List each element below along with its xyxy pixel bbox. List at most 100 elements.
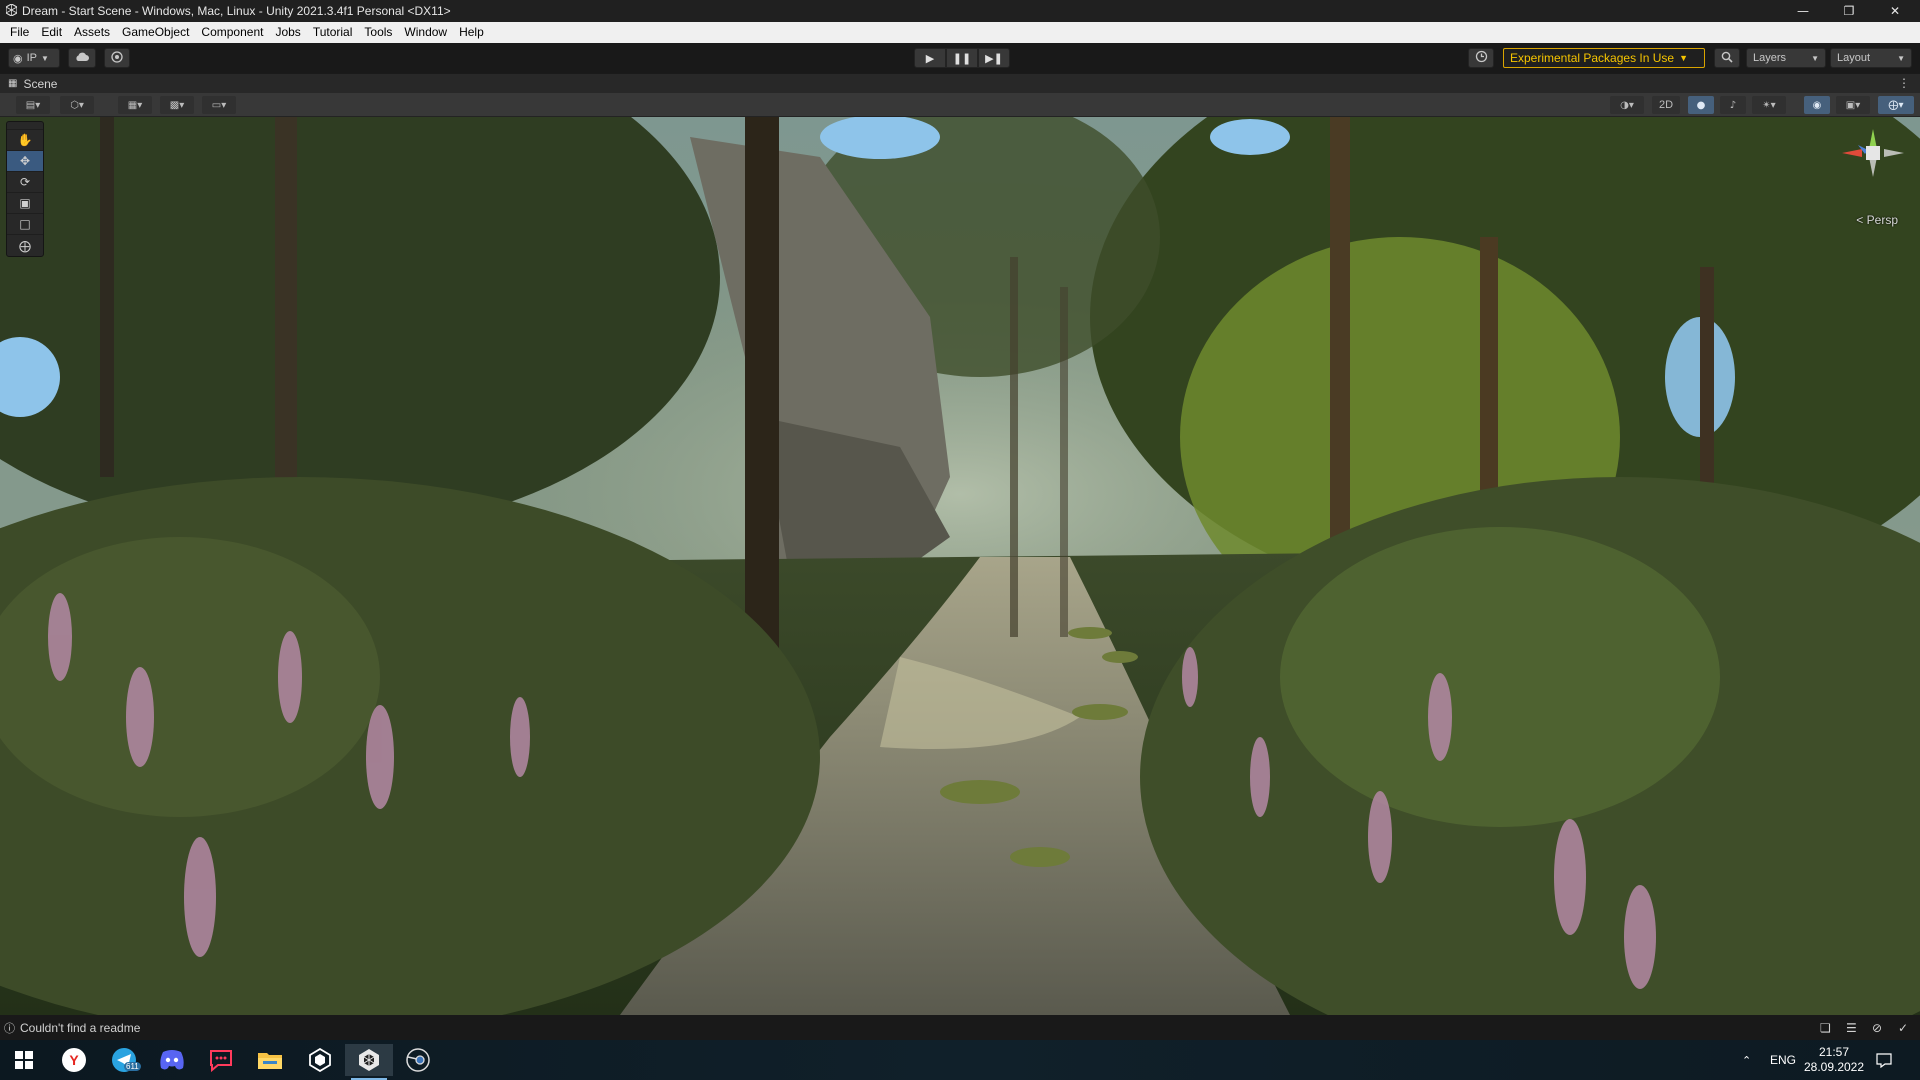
palette-drag-handle[interactable] xyxy=(7,122,43,130)
rotate-tool[interactable]: ⟳ xyxy=(7,172,43,193)
menu-tutorial[interactable]: Tutorial xyxy=(307,22,359,43)
menu-assets[interactable]: Assets xyxy=(68,22,116,43)
clock-time: 21:57 xyxy=(1818,1045,1850,1059)
history-icon xyxy=(1475,50,1488,66)
toggle-2d-button[interactable]: 2D xyxy=(1652,96,1680,114)
yandex-browser-icon[interactable]: Y xyxy=(50,1044,98,1076)
camera-icon: ▣▾ xyxy=(1845,99,1861,111)
grid-snapping-dropdown[interactable]: ▦▾ xyxy=(118,96,152,114)
cloud-icon xyxy=(74,52,90,65)
projection-label[interactable]: < Persp xyxy=(1856,213,1898,227)
chevron-up-icon: ⌃ xyxy=(1742,1053,1752,1067)
play-button[interactable]: ▶ xyxy=(914,48,946,68)
menu-gameobject[interactable]: GameObject xyxy=(116,22,195,43)
lightbulb-icon: ● xyxy=(1696,99,1706,111)
undo-history-button[interactable] xyxy=(1468,48,1494,68)
toggle-audio-button[interactable]: ♪ xyxy=(1720,96,1746,114)
menu-file[interactable]: File xyxy=(4,22,35,43)
more-options-icon[interactable]: ⋮ xyxy=(1898,76,1910,90)
blender-icon[interactable] xyxy=(394,1044,442,1076)
pause-button[interactable]: ❚❚ xyxy=(946,48,978,68)
network-off-icon[interactable]: ⊘ xyxy=(1872,1021,1882,1035)
effects-dropdown[interactable]: ✴▾ xyxy=(1752,96,1786,114)
grid-icon: ▦ xyxy=(8,78,18,89)
scene-visibility-button[interactable]: ◉ xyxy=(1804,96,1830,114)
experimental-packages-button[interactable]: Experimental Packages In Use ▼ xyxy=(1503,48,1705,68)
scale-tool[interactable]: ▣ xyxy=(7,193,43,214)
menu-tools[interactable]: Tools xyxy=(358,22,398,43)
menu-edit[interactable]: Edit xyxy=(35,22,68,43)
gizmos-dropdown[interactable]: ⨁▾ xyxy=(1878,96,1914,114)
play-controls: ▶ ❚❚ ▶❚ xyxy=(914,48,1010,68)
minimize-icon[interactable]: — xyxy=(1780,0,1826,22)
move-tool[interactable]: ✥ xyxy=(7,151,43,172)
hand-tool[interactable]: ✋ xyxy=(7,130,43,151)
increment-snapping-dropdown[interactable]: ▩▾ xyxy=(160,96,194,114)
menu-help[interactable]: Help xyxy=(453,22,490,43)
close-icon[interactable]: ✕ xyxy=(1872,0,1918,22)
search-button[interactable] xyxy=(1714,48,1740,68)
progress-check-icon[interactable]: ✓ xyxy=(1898,1021,1908,1035)
layers-dropdown[interactable]: Layers ▼ xyxy=(1746,48,1826,68)
cache-server-icon[interactable]: ☰ xyxy=(1846,1021,1857,1035)
draw-mode-dropdown[interactable]: ▤▾ xyxy=(16,96,50,114)
sphere-icon: ◑▾ xyxy=(1620,99,1634,111)
hand-icon: ✋ xyxy=(17,133,33,147)
orientation-icon: ▭▾ xyxy=(211,99,227,111)
menu-component[interactable]: Component xyxy=(195,22,269,43)
increment-snap-icon: ▩▾ xyxy=(169,99,185,111)
notification-center-icon[interactable] xyxy=(1876,1040,1892,1080)
windows-taskbar: Y 611 ⌃ ENG 21:57 28.09.2022 xyxy=(0,1040,1920,1080)
menu-jobs[interactable]: Jobs xyxy=(269,22,306,43)
unity-editor-icon[interactable] xyxy=(345,1044,393,1080)
toggle-2d-label: 2D xyxy=(1658,99,1674,111)
orientation-dropdown[interactable]: ▭▾ xyxy=(202,96,236,114)
layout-label: Layout xyxy=(1837,52,1871,64)
search-icon xyxy=(1721,51,1733,66)
forest-scene-render xyxy=(0,117,1920,1015)
layout-dropdown[interactable]: Layout ▼ xyxy=(1830,48,1912,68)
telegram-icon[interactable]: 611 xyxy=(100,1044,148,1076)
file-explorer-icon[interactable] xyxy=(246,1044,294,1076)
layers-label: Layers xyxy=(1753,52,1787,64)
unity-hub-icon[interactable] xyxy=(296,1044,344,1076)
discord-icon[interactable] xyxy=(148,1044,196,1076)
show-hidden-icons[interactable]: ⌃ xyxy=(1742,1040,1751,1080)
step-button[interactable]: ▶❚ xyxy=(978,48,1010,68)
status-message[interactable]: Couldn't find a readme xyxy=(20,1021,140,1035)
menu-window[interactable]: Window xyxy=(398,22,453,43)
transform-icon: ⨁ xyxy=(19,238,31,253)
chat-app-icon[interactable] xyxy=(197,1044,245,1076)
chevron-down-icon: ▼ xyxy=(1897,53,1905,63)
account-dropdown[interactable]: ◉ IP ▼ xyxy=(8,48,60,68)
transform-tool[interactable]: ⨁ xyxy=(7,235,43,256)
collab-button[interactable] xyxy=(104,48,130,68)
gizmo-globe-icon: ⨁▾ xyxy=(1888,99,1904,111)
chevron-down-icon: ▼ xyxy=(1811,53,1819,63)
window-title: Dream - Start Scene - Windows, Mac, Linu… xyxy=(22,4,451,18)
toggle-lighting-button[interactable]: ● xyxy=(1688,96,1714,114)
input-language[interactable]: ENG xyxy=(1770,1040,1796,1080)
rect-tool[interactable]: □ xyxy=(7,214,43,235)
collab-icon xyxy=(111,50,123,66)
tab-scene[interactable]: ▦ Scene xyxy=(0,77,57,91)
speaker-icon: ♪ xyxy=(1729,99,1737,111)
window-titlebar: Dream - Start Scene - Windows, Mac, Linu… xyxy=(0,0,1920,22)
cloud-button[interactable] xyxy=(68,48,96,68)
shading-mode-dropdown[interactable]: ◑▾ xyxy=(1610,96,1644,114)
cube-icon: ⬡▾ xyxy=(70,99,84,111)
camera-settings-dropdown[interactable]: ▣▾ xyxy=(1836,96,1870,114)
account-label: IP xyxy=(26,52,38,64)
tab-scene-label: Scene xyxy=(23,76,58,91)
rotate-icon: ⟳ xyxy=(19,175,31,189)
clock[interactable]: 21:57 28.09.2022 xyxy=(1804,1040,1864,1080)
bug-icon[interactable]: ❏ xyxy=(1820,1021,1831,1035)
restore-icon[interactable]: ❐ xyxy=(1826,0,1872,22)
unity-logo-icon xyxy=(0,2,22,19)
scene-tool-palette: ✋ ✥ ⟳ ▣ □ ⨁ xyxy=(6,121,44,257)
render-mode-dropdown[interactable]: ⬡▾ xyxy=(60,96,94,114)
scene-viewport[interactable]: ✋ ✥ ⟳ ▣ □ ⨁ < Persp xyxy=(0,117,1920,1015)
step-icon: ▶❚ xyxy=(985,51,1003,65)
chevron-down-icon: ▼ xyxy=(1679,53,1689,63)
start-icon[interactable] xyxy=(0,1044,48,1076)
